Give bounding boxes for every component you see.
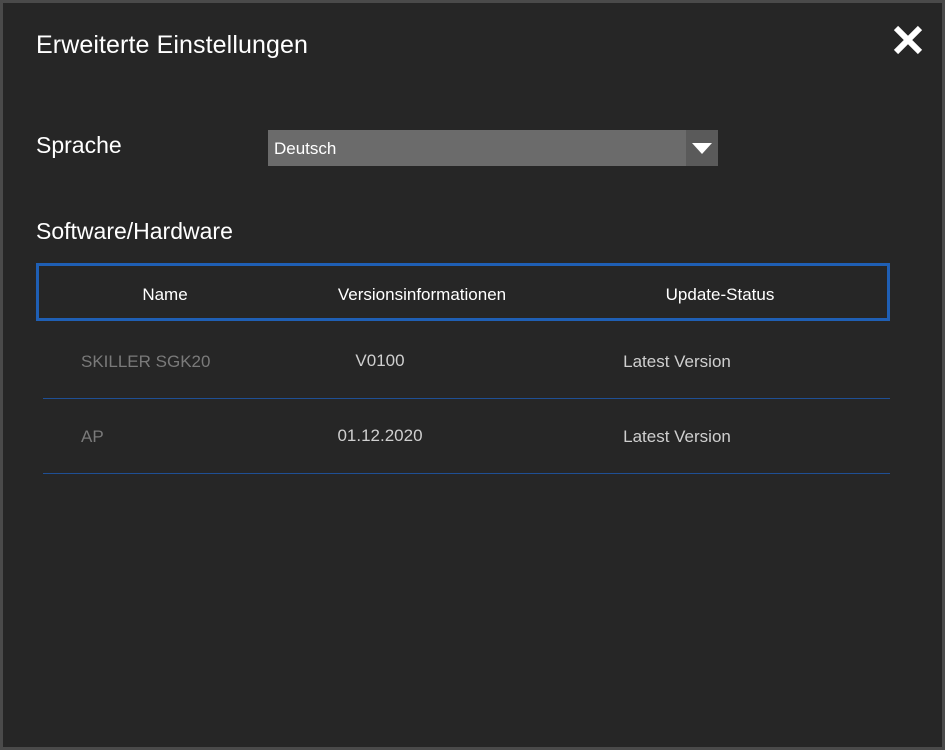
close-icon xyxy=(893,25,923,55)
table-header: Name Versionsinformationen Update-Status xyxy=(36,263,890,321)
row-version: 01.12.2020 xyxy=(337,426,423,445)
language-selected-value: Deutsch xyxy=(274,139,337,158)
table-row: SKILLER SGK20 V0100 Latest Version xyxy=(43,323,890,399)
row-name: SKILLER SGK20 xyxy=(81,352,211,371)
language-label: Sprache xyxy=(36,132,122,158)
software-hardware-title: Software/Hardware xyxy=(36,218,233,244)
close-button[interactable] xyxy=(891,23,925,57)
row-name: AP xyxy=(81,427,104,446)
table-row: AP 01.12.2020 Latest Version xyxy=(43,398,890,474)
chevron-down-icon xyxy=(692,143,712,154)
column-header-name: Name xyxy=(142,285,188,304)
row-version: V0100 xyxy=(355,351,405,370)
language-dropdown[interactable]: Deutsch xyxy=(268,130,718,166)
row-update-status: Latest Version xyxy=(623,352,731,371)
row-update-status: Latest Version xyxy=(623,427,731,446)
dialog-title: Erweiterte Einstellungen xyxy=(36,31,308,59)
dropdown-toggle[interactable] xyxy=(686,130,718,166)
advanced-settings-dialog: Erweiterte Einstellungen Sprache Deutsch… xyxy=(0,0,945,750)
column-header-version: Versionsinformationen xyxy=(337,285,507,304)
column-header-update-status: Update-Status xyxy=(665,285,775,304)
